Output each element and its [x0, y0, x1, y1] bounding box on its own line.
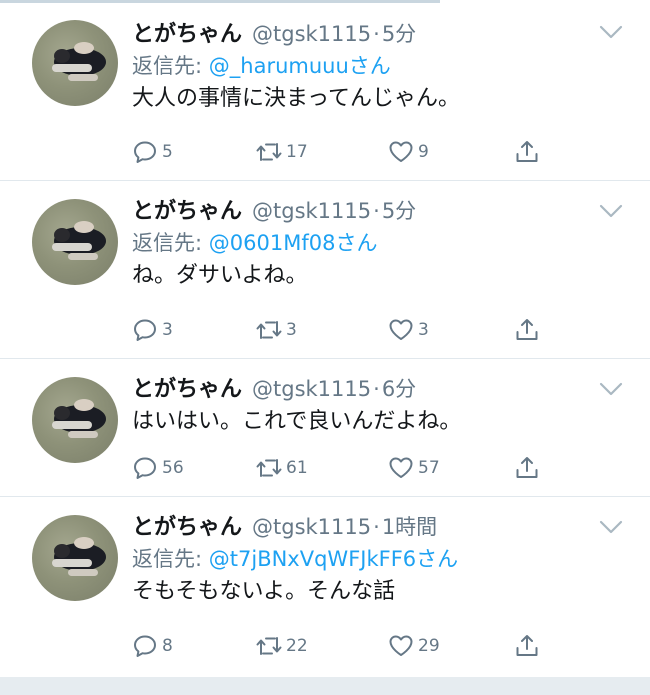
like-count: 9 [418, 142, 429, 162]
heart-icon [389, 635, 413, 656]
retweet-count: 3 [286, 320, 297, 340]
reply-context: 返信先: @_harumuuuさん [132, 50, 610, 82]
share-button[interactable] [514, 631, 540, 661]
display-name[interactable]: とがちゃん [132, 22, 242, 47]
share-button[interactable] [514, 137, 540, 167]
heart-icon [389, 141, 413, 162]
tweet-content: とがちゃん @tgsk1115·5分 返信先: @_harumuuuさん 大人の事… [132, 18, 610, 116]
retweet-icon [256, 459, 282, 477]
reply-target-link[interactable]: @t7jBNxVqWFJkFF6さん [209, 547, 458, 571]
retweet-count: 61 [286, 458, 308, 478]
tweet-header: とがちゃん @tgsk1115·5分 [132, 195, 610, 227]
tweet-header: とがちゃん @tgsk1115·1時間 [132, 511, 610, 543]
timestamp[interactable]: 6分 [382, 377, 416, 401]
tweet-text: はいはい。これで良いんだよね。 [132, 409, 462, 434]
separator-dot: · [373, 377, 380, 401]
username-handle[interactable]: @tgsk1115 [252, 199, 371, 223]
timestamp[interactable]: 5分 [382, 199, 416, 223]
tweet-actions: 8 22 29 [132, 631, 552, 661]
share-icon [516, 457, 538, 478]
chevron-down-icon[interactable] [598, 24, 624, 40]
timestamp[interactable]: 5分 [382, 22, 416, 46]
tweet[interactable]: とがちゃん @tgsk1115·6分 はいはい。これで良いんだよね。 56 61 … [0, 359, 650, 497]
reply-count: 8 [162, 636, 173, 656]
chevron-down-icon[interactable] [598, 203, 624, 219]
display-name[interactable]: とがちゃん [132, 199, 242, 224]
share-icon [516, 635, 538, 656]
tweet-text: ね。ダサいよね。 [132, 263, 308, 288]
tweet-header: とがちゃん @tgsk1115·5分 [132, 18, 610, 50]
reply-button[interactable]: 56 [132, 453, 184, 483]
avatar[interactable] [32, 199, 118, 285]
separator-dot: · [373, 22, 380, 46]
like-count: 3 [418, 320, 429, 340]
reply-count: 56 [162, 458, 184, 478]
like-button[interactable]: 9 [388, 137, 429, 167]
reply-context: 返信先: @0601Mf08さん [132, 227, 610, 259]
username-handle[interactable]: @tgsk1115 [252, 22, 371, 46]
tweet-feed: とがちゃん @tgsk1115·5分 返信先: @_harumuuuさん 大人の事… [0, 0, 650, 677]
reply-target-link[interactable]: @_harumuuuさん [209, 54, 391, 78]
chevron-down-icon[interactable] [598, 519, 624, 535]
tweet[interactable]: とがちゃん @tgsk1115·5分 返信先: @0601Mf08さん ね。ダサい… [0, 181, 650, 359]
username-handle[interactable]: @tgsk1115 [252, 515, 371, 539]
tweet-text: 大人の事情に決まってんじゃん。 [132, 86, 461, 111]
retweet-icon [256, 321, 282, 339]
retweet-count: 22 [286, 636, 308, 656]
avatar[interactable] [32, 377, 118, 463]
like-count: 29 [418, 636, 440, 656]
share-button[interactable] [514, 453, 540, 483]
heart-icon [389, 457, 413, 478]
reply-context: 返信先: @t7jBNxVqWFJkFF6さん [132, 543, 610, 575]
display-name[interactable]: とがちゃん [132, 515, 242, 540]
reply-prefix: 返信先: [132, 231, 209, 255]
username-handle[interactable]: @tgsk1115 [252, 377, 371, 401]
retweet-button[interactable]: 22 [256, 631, 308, 661]
retweet-button[interactable]: 61 [256, 453, 308, 483]
tweet-header: とがちゃん @tgsk1115·6分 [132, 373, 610, 405]
reply-icon [134, 319, 156, 341]
retweet-icon [256, 637, 282, 655]
chevron-down-icon[interactable] [598, 381, 624, 397]
retweet-button[interactable]: 3 [256, 315, 297, 345]
tweet-content: とがちゃん @tgsk1115·5分 返信先: @0601Mf08さん ね。ダサい… [132, 195, 610, 293]
reply-count: 5 [162, 142, 173, 162]
feed-bottom-separator [0, 677, 650, 695]
share-icon [516, 319, 538, 340]
reply-icon [134, 635, 156, 657]
reply-icon [134, 141, 156, 163]
retweet-count: 17 [286, 142, 308, 162]
avatar[interactable] [32, 20, 118, 106]
like-button[interactable]: 57 [388, 453, 440, 483]
like-count: 57 [418, 458, 440, 478]
tweet-content: とがちゃん @tgsk1115·1時間 返信先: @t7jBNxVqWFJkFF6… [132, 511, 610, 609]
heart-icon [389, 319, 413, 340]
reply-button[interactable]: 5 [132, 137, 173, 167]
tweet[interactable]: とがちゃん @tgsk1115·1時間 返信先: @t7jBNxVqWFJkFF6… [0, 497, 650, 677]
reply-target-link[interactable]: @0601Mf08さん [209, 231, 378, 255]
like-button[interactable]: 29 [388, 631, 440, 661]
retweet-button[interactable]: 17 [256, 137, 308, 167]
reply-prefix: 返信先: [132, 547, 209, 571]
retweet-icon [256, 143, 282, 161]
avatar[interactable] [32, 515, 118, 601]
separator-dot: · [373, 199, 380, 223]
reply-count: 3 [162, 320, 173, 340]
tweet-content: とがちゃん @tgsk1115·6分 はいはい。これで良いんだよね。 [132, 373, 610, 439]
share-icon [516, 141, 538, 162]
like-button[interactable]: 3 [388, 315, 429, 345]
reply-button[interactable]: 3 [132, 315, 173, 345]
tweet[interactable]: とがちゃん @tgsk1115·5分 返信先: @_harumuuuさん 大人の事… [0, 0, 650, 181]
reply-button[interactable]: 8 [132, 631, 173, 661]
tweet-actions: 3 3 3 [132, 315, 552, 345]
reply-icon [134, 457, 156, 479]
timestamp[interactable]: 1時間 [382, 515, 437, 539]
display-name[interactable]: とがちゃん [132, 377, 242, 402]
tweet-actions: 56 61 57 [132, 453, 552, 483]
share-button[interactable] [514, 315, 540, 345]
tweet-actions: 5 17 9 [132, 137, 552, 167]
separator-dot: · [373, 515, 380, 539]
reply-prefix: 返信先: [132, 54, 209, 78]
tweet-text: そもそもないよ。そんな話 [132, 579, 396, 604]
